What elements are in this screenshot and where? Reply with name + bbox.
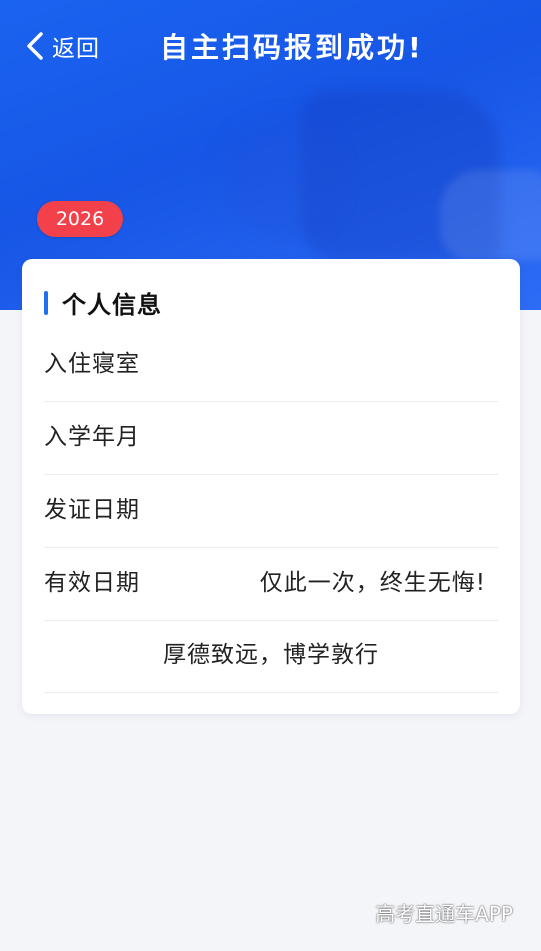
info-row-dormitory: 入住寝室 — [44, 328, 498, 402]
info-row-label: 有效日期 — [44, 570, 140, 596]
info-row-value: 仅此一次，终生无悔! — [259, 570, 486, 596]
section-header: 个人信息 — [44, 285, 162, 320]
page-title: 自主扫码报到成功! — [160, 31, 424, 64]
info-row-label: 入住寝室 — [44, 351, 140, 377]
nav-bar: 返回 自主扫码报到成功! — [0, 22, 541, 70]
info-row-enrollment-date: 入学年月 — [44, 401, 498, 475]
motto-row: 厚德致远，博学敦行 — [44, 619, 498, 693]
school-motto: 厚德致远，博学敦行 — [163, 642, 379, 668]
year-badge: 2026 — [37, 201, 123, 237]
source-watermark: 高考直通车APP — [375, 902, 513, 926]
section-title: 个人信息 — [62, 291, 162, 319]
info-row-label: 发证日期 — [44, 497, 140, 523]
info-row-valid-date: 有效日期 仅此一次，终生无悔! — [44, 547, 498, 621]
banner-decoration — [220, 120, 340, 240]
personal-info-card: 个人信息 入住寝室 入学年月 发证日期 有效日期 仅此一次，终生无悔! 厚德致远… — [22, 259, 520, 714]
back-button[interactable]: 返回 — [24, 28, 100, 64]
back-label: 返回 — [52, 36, 100, 62]
info-row-label: 入学年月 — [44, 424, 140, 450]
info-row-issue-date: 发证日期 — [44, 474, 498, 548]
banner-decoration — [440, 170, 541, 260]
chevron-left-icon — [24, 28, 46, 64]
section-accent-bar — [44, 290, 48, 315]
